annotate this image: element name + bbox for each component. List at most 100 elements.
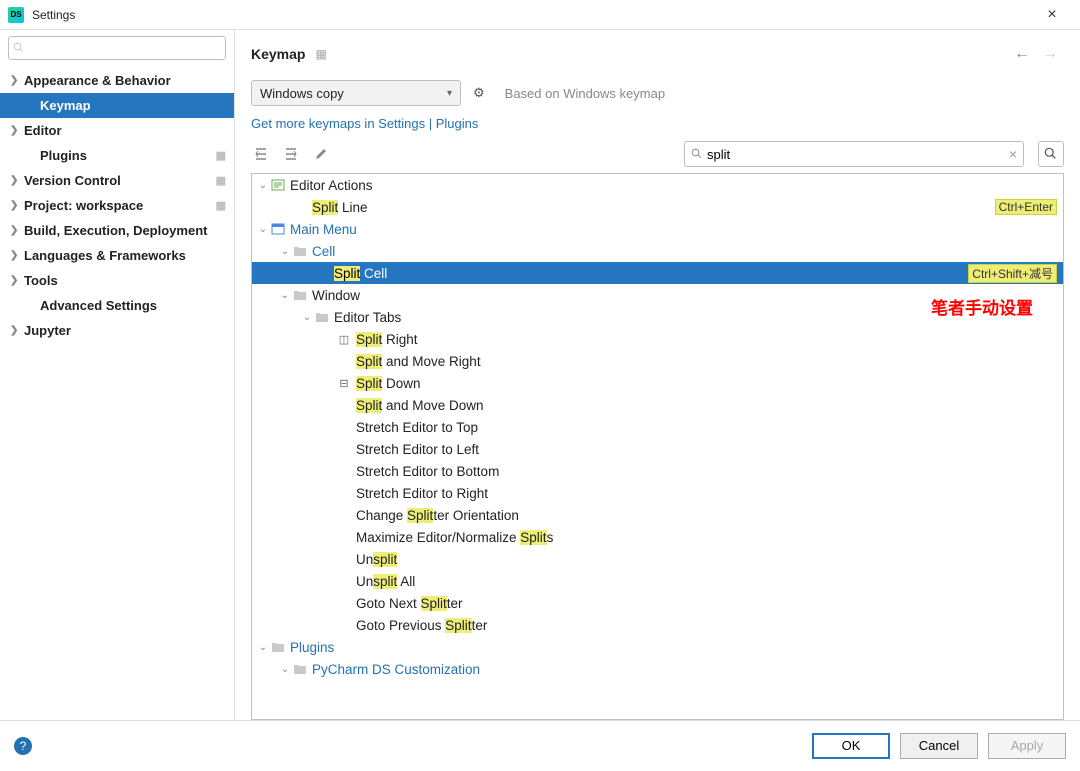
- tree-row[interactable]: ⌄Plugins: [252, 636, 1063, 658]
- page-gear-icon: ▦: [315, 47, 326, 61]
- breadcrumb-bar: Keymap ▦ ← →: [235, 34, 1080, 74]
- tree-row[interactable]: Unsplit All: [252, 570, 1063, 592]
- folder-icon: [270, 639, 286, 655]
- cancel-button[interactable]: Cancel: [900, 733, 978, 759]
- get-more-keymaps-link[interactable]: Get more keymaps in Settings | Plugins: [235, 110, 1080, 141]
- split-right-icon: [336, 331, 352, 347]
- tree-label: Cell: [312, 244, 1057, 259]
- sidebar-item-advanced-settings[interactable]: Advanced Settings: [0, 293, 234, 318]
- tree-label: Editor Tabs: [334, 310, 1057, 325]
- tree-label: Split Down: [356, 376, 1057, 391]
- editor-actions-icon: [270, 177, 286, 193]
- tree-row[interactable]: Maximize Editor/Normalize Splits: [252, 526, 1063, 548]
- tree-row[interactable]: ⌄ Window: [252, 284, 1063, 306]
- tree-label: Editor Actions: [290, 178, 1057, 193]
- tree-row[interactable]: Change Splitter Orientation: [252, 504, 1063, 526]
- split-down-icon: [336, 375, 352, 391]
- expand-icon: ❯: [10, 75, 24, 86]
- sidebar-item-keymap[interactable]: Keymap: [0, 93, 234, 118]
- collapse-all-button[interactable]: [281, 144, 301, 164]
- shortcut-badge: Ctrl+Enter: [995, 199, 1057, 215]
- collapse-icon[interactable]: ⌄: [256, 642, 270, 653]
- sidebar-item-project-workspace[interactable]: ❯Project: workspace▦: [0, 193, 234, 218]
- based-on-label: Based on Windows keymap: [505, 86, 665, 101]
- app-icon: DS: [8, 7, 24, 23]
- clear-filter-icon[interactable]: ×: [1009, 146, 1017, 162]
- expand-icon: ❯: [10, 275, 24, 286]
- tree-row[interactable]: Goto Previous Splitter: [252, 614, 1063, 636]
- sidebar-item-build-execution-deployment[interactable]: ❯Build, Execution, Deployment: [0, 218, 234, 243]
- sidebar-item-jupyter[interactable]: ❯Jupyter: [0, 318, 234, 343]
- action-filter-input[interactable]: [707, 147, 1009, 162]
- collapse-icon[interactable]: ⌄: [300, 312, 314, 323]
- tree-row[interactable]: ⌄ Editor Tabs: [252, 306, 1063, 328]
- sidebar-item-version-control[interactable]: ❯Version Control▦: [0, 168, 234, 193]
- sidebar-search[interactable]: [8, 36, 226, 60]
- tree-row[interactable]: Stretch Editor to Left: [252, 438, 1063, 460]
- tree-row[interactable]: Split and Move Down: [252, 394, 1063, 416]
- find-by-shortcut-button[interactable]: [1038, 141, 1064, 167]
- tree-label: Goto Previous Splitter: [356, 618, 1057, 633]
- close-button[interactable]: ×: [1032, 6, 1072, 24]
- edit-shortcut-button[interactable]: [311, 144, 331, 164]
- sidebar: ❯Appearance & BehaviorKeymap❯EditorPlugi…: [0, 30, 235, 720]
- tree-row[interactable]: Split Down: [252, 372, 1063, 394]
- tree-label: Stretch Editor to Top: [356, 420, 1057, 435]
- folder-icon: [292, 661, 308, 677]
- tree-label: Stretch Editor to Bottom: [356, 464, 1057, 479]
- tree-row[interactable]: ⌄PyCharm DS Customization: [252, 658, 1063, 680]
- tree-row[interactable]: ⌄ Cell: [252, 240, 1063, 262]
- sidebar-item-plugins[interactable]: Plugins▦: [0, 143, 234, 168]
- title-bar: DS Settings ×: [0, 0, 1080, 30]
- dialog-footer: ? OK Cancel Apply: [0, 720, 1080, 770]
- tree-row[interactable]: Split Right: [252, 328, 1063, 350]
- main-menu-icon: [270, 221, 286, 237]
- tree-row[interactable]: ⌄ Main Menu: [252, 218, 1063, 240]
- sidebar-search-input[interactable]: [29, 41, 221, 55]
- tree-row[interactable]: Goto Next Splitter: [252, 592, 1063, 614]
- window-title: Settings: [32, 8, 1032, 22]
- expand-all-button[interactable]: [251, 144, 271, 164]
- help-button[interactable]: ?: [14, 737, 32, 755]
- collapse-icon[interactable]: ⌄: [278, 246, 292, 257]
- shortcut-badge: Ctrl+Shift+减号: [968, 264, 1057, 283]
- tree-row[interactable]: Split CellCtrl+Shift+减号: [252, 262, 1063, 284]
- apply-button[interactable]: Apply: [988, 733, 1066, 759]
- tree-label: Goto Next Splitter: [356, 596, 1057, 611]
- keymap-select[interactable]: Windows copy ▾: [251, 80, 461, 106]
- tree-label: Stretch Editor to Left: [356, 442, 1057, 457]
- search-icon: [1044, 147, 1058, 161]
- keymap-settings-gear-icon[interactable]: ⚙: [473, 85, 485, 101]
- expand-icon: ❯: [10, 125, 24, 136]
- sidebar-item-editor[interactable]: ❯Editor: [0, 118, 234, 143]
- collapse-icon[interactable]: ⌄: [256, 224, 270, 235]
- tree-label: Main Menu: [290, 222, 1057, 237]
- tree-label: Maximize Editor/Normalize Splits: [356, 530, 1057, 545]
- sidebar-item-languages-frameworks[interactable]: ❯Languages & Frameworks: [0, 243, 234, 268]
- tree-label: Window: [312, 288, 1057, 303]
- tree-label: Unsplit: [356, 552, 1057, 567]
- tree-row[interactable]: Split LineCtrl+Enter: [252, 196, 1063, 218]
- collapse-icon[interactable]: ⌄: [256, 180, 270, 191]
- sidebar-item-appearance-behavior[interactable]: ❯Appearance & Behavior: [0, 68, 234, 93]
- tree-row[interactable]: Stretch Editor to Right: [252, 482, 1063, 504]
- tree-row[interactable]: Stretch Editor to Bottom: [252, 460, 1063, 482]
- ok-button[interactable]: OK: [812, 733, 890, 759]
- action-filter-box[interactable]: ×: [684, 141, 1024, 167]
- keymap-tree[interactable]: ⌄ Editor Actions Split LineCtrl+Enter ⌄ Main…: [251, 173, 1064, 720]
- tree-row[interactable]: Split and Move Right: [252, 350, 1063, 372]
- expand-icon: ❯: [10, 225, 24, 236]
- collapse-icon[interactable]: ⌄: [278, 290, 292, 301]
- nav-forward-button[interactable]: →: [1036, 45, 1064, 63]
- settings-gear-icon: ▦: [216, 199, 226, 212]
- collapse-icon[interactable]: ⌄: [278, 664, 292, 675]
- keymap-select-value: Windows copy: [260, 86, 344, 101]
- nav-back-button[interactable]: ←: [1008, 45, 1036, 63]
- tree-row[interactable]: ⌄ Editor Actions: [252, 174, 1063, 196]
- tree-label: Split Line: [312, 200, 995, 215]
- search-icon: [691, 148, 703, 160]
- sidebar-item-tools[interactable]: ❯Tools: [0, 268, 234, 293]
- tree-row[interactable]: Stretch Editor to Top: [252, 416, 1063, 438]
- tree-row[interactable]: Unsplit: [252, 548, 1063, 570]
- expand-icon: ❯: [10, 325, 24, 336]
